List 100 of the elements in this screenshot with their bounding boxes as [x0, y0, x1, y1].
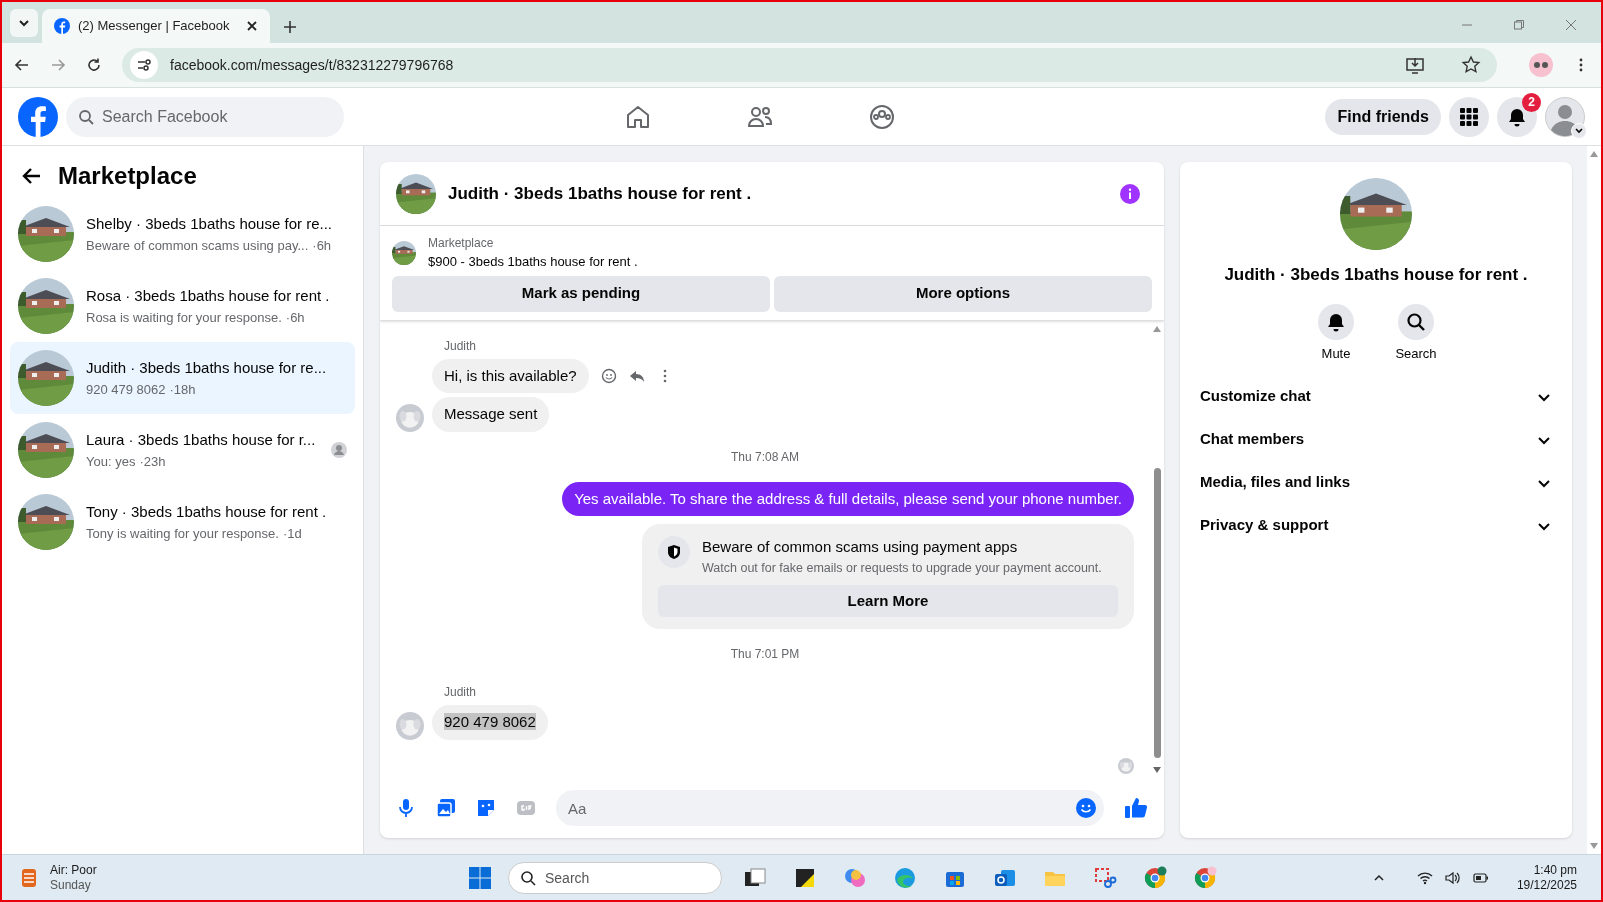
conversation-time: ·23h: [139, 452, 166, 471]
mute-button[interactable]: [1318, 303, 1354, 340]
install-icon[interactable]: [1405, 55, 1425, 75]
grid-icon: [1459, 106, 1479, 127]
details-section[interactable]: Customize chat: [1192, 375, 1560, 418]
conversation-item[interactable]: Shelby · 3beds 1baths house for re... Beware of common scams using pay... ·6h: [10, 198, 355, 270]
conversation-time: ·6h: [285, 308, 305, 327]
conversation-title: Judith · 3beds 1baths house for re...: [86, 358, 328, 378]
warning-text: Watch out for fake emails or requests to upgrade your payment account.: [702, 559, 1102, 577]
conversation-title: Rosa · 3beds 1baths house for rent .: [86, 286, 331, 306]
sidebar-title: Marketplace: [58, 161, 197, 191]
close-icon[interactable]: [246, 20, 258, 32]
weather-subtitle: Sunday: [50, 877, 92, 893]
warning-title: Beware of common scams using payment apps: [702, 537, 1019, 557]
message-input[interactable]: Aa: [556, 790, 1104, 826]
conversation-item[interactable]: Laura · 3beds 1baths house for r... You: yes ·23h: [10, 414, 355, 486]
received-message: Message sent: [432, 397, 550, 432]
section-title: Customize chat: [1200, 386, 1312, 407]
scroll-down-icon[interactable]: [1153, 766, 1161, 774]
conversation-preview: 920 479 8062: [86, 380, 166, 399]
site-settings-icon[interactable]: [136, 57, 152, 73]
facebook-logo-icon[interactable]: [18, 96, 58, 137]
taskbar-search-field[interactable]: Search: [508, 861, 722, 894]
photo-icon[interactable]: [436, 798, 456, 818]
conversation-time: ·1d: [282, 524, 302, 543]
conversation-preview: You: yes: [86, 452, 136, 471]
received-message: 920 479 8062: [432, 705, 548, 740]
caret-icon[interactable]: [1574, 125, 1584, 136]
conversation-preview: Rosa is waiting for your response.: [86, 308, 282, 327]
facebook-icon: [54, 18, 70, 34]
weather-title: Air: Poor: [50, 862, 97, 878]
conversation-time: ·18h: [169, 380, 196, 399]
sent-message: Yes available. To share the address & full details, please send your phone number.: [562, 481, 1134, 516]
details-section[interactable]: Media, files and links: [1192, 461, 1560, 504]
received-message: Hi, is this available?: [432, 358, 589, 393]
conversation-preview: Beware of common scams using pay...: [86, 236, 309, 255]
bell-icon: [1326, 311, 1346, 332]
section-title: Media, files and links: [1200, 472, 1352, 493]
bookmark-star-icon[interactable]: [1461, 55, 1481, 75]
snipping-tool-icon[interactable]: [1093, 865, 1117, 890]
listing-action-button[interactable]: Mark as pending: [392, 275, 770, 312]
conversation-item[interactable]: Judith · 3beds 1baths house for re... 920 479 8062 ·18h: [10, 342, 355, 414]
notification-badge: 2: [1522, 92, 1541, 112]
sender-name: Judith: [444, 684, 478, 702]
scroll-up-icon[interactable]: [1590, 150, 1598, 158]
search-icon: [1406, 311, 1426, 332]
conversation-title: Laura · 3beds 1baths house for r...: [86, 430, 317, 450]
back-arrow-icon[interactable]: [22, 166, 42, 186]
url-text: facebook.com/messages/t/832312279796768: [170, 55, 455, 75]
shield-icon: [666, 544, 682, 560]
message-timestamp: Thu 7:01 PM: [730, 646, 800, 664]
search-button[interactable]: [1398, 303, 1434, 340]
find-friends-button[interactable]: Find friends: [1325, 98, 1441, 135]
search-field[interactable]: Search Facebook: [66, 96, 344, 137]
groups-icon[interactable]: [867, 102, 896, 131]
chrome-icon[interactable]: [1143, 865, 1167, 890]
search-icon: [520, 869, 536, 886]
message-timestamp: Thu 7:08 AM: [730, 448, 799, 466]
new-tab-icon[interactable]: [282, 19, 298, 35]
listing-title: $900 - 3beds 1baths house for rent .: [428, 253, 638, 271]
seen-avatar-icon: [331, 442, 347, 458]
emoji-icon[interactable]: [600, 367, 617, 384]
action-label: Mute: [1321, 344, 1351, 363]
address-bar[interactable]: facebook.com/messages/t/832312279796768: [122, 48, 1497, 82]
sticker-icon[interactable]: [476, 798, 496, 818]
tab-list-button[interactable]: [10, 9, 38, 37]
windows-start-icon[interactable]: [468, 865, 492, 890]
menu-button[interactable]: [1449, 96, 1489, 137]
conversation-preview: Tony is waiting for your response.: [86, 524, 279, 543]
clock-time: 1:40 pm: [1533, 862, 1577, 878]
chat-title: Judith · 3beds 1baths house for rent .: [448, 182, 753, 205]
thumbs-up-icon[interactable]: [1124, 796, 1148, 820]
profile-avatar-icon[interactable]: [1529, 53, 1553, 77]
scroll-down-icon[interactable]: [1590, 842, 1598, 850]
details-title: Judith · 3beds 1baths house for rent .: [1224, 264, 1528, 286]
chrome-icon[interactable]: [1193, 865, 1217, 890]
volume-icon[interactable]: [1444, 869, 1461, 886]
back-icon[interactable]: [14, 57, 30, 73]
action-label: Search: [1395, 344, 1437, 363]
conversation-title: Tony · 3beds 1baths house for rent .: [86, 502, 328, 522]
conversation-item[interactable]: Tony · 3beds 1baths house for rent . Tony is waiting for your response. ·1d: [10, 486, 355, 558]
details-section[interactable]: Chat members: [1192, 418, 1560, 461]
learn-more-button[interactable]: Learn More: [658, 585, 1118, 618]
reload-icon[interactable]: [86, 57, 102, 73]
forward-icon[interactable]: [50, 57, 66, 73]
microphone-icon[interactable]: [396, 798, 416, 818]
conversation-item[interactable]: Rosa · 3beds 1baths house for rent . Rosa is waiting for your response. ·6h: [10, 270, 355, 342]
section-title: Privacy & support: [1200, 515, 1330, 536]
restore-icon[interactable]: [1513, 19, 1525, 31]
scroll-up-icon[interactable]: [1153, 324, 1161, 333]
info-icon[interactable]: [1120, 183, 1140, 204]
browser-tab[interactable]: (2) Messenger | Facebook: [42, 9, 270, 43]
emoji-icon[interactable]: [1076, 798, 1096, 818]
edge-icon[interactable]: [893, 865, 917, 890]
listing-action-button[interactable]: More options: [774, 275, 1152, 312]
bell-icon: [1507, 106, 1527, 127]
conversation-time: ·6h: [312, 236, 332, 255]
sender-name: Judith: [444, 337, 478, 355]
details-section[interactable]: Privacy & support: [1192, 504, 1560, 547]
tab-title: (2) Messenger | Facebook: [78, 17, 231, 36]
